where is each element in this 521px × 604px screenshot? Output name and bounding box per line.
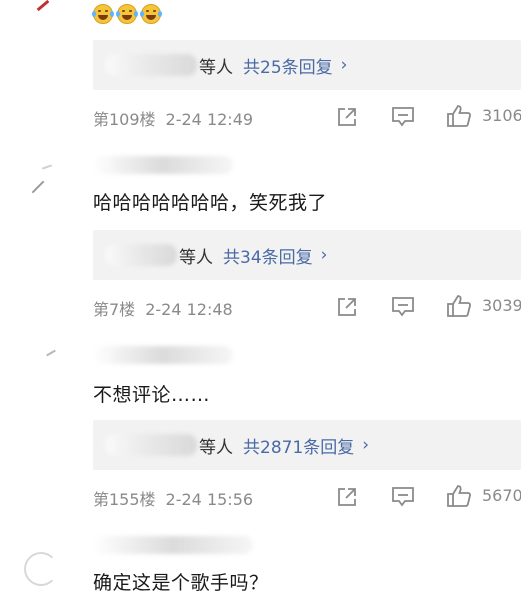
replier-suffix: 等人 (199, 57, 233, 78)
replies-preview[interactable]: 等人 共2871条回复 › (93, 420, 521, 470)
comment-text: 哈哈哈哈哈哈哈，笑死我了 (93, 192, 328, 214)
comment-icon[interactable] (391, 486, 415, 508)
chevron-right-icon: › (362, 435, 370, 455)
like-count: 3106 (482, 106, 521, 125)
comment-icon[interactable] (391, 106, 415, 128)
laugh-cry-emoji (92, 4, 114, 24)
blurred-username (93, 346, 233, 364)
comment-time: 2-24 15:56 (165, 490, 254, 509)
avatar[interactable] (18, 346, 62, 390)
replier-suffix: 等人 (199, 437, 233, 458)
comment-time: 2-24 12:48 (145, 300, 233, 319)
comment-emoji-row (92, 4, 165, 24)
like-count: 5670 (482, 486, 521, 505)
thumbs-up-icon[interactable] (446, 484, 472, 508)
blurred-replier-names (105, 434, 197, 456)
replier-suffix: 等人 (179, 247, 213, 268)
avatar[interactable] (18, 158, 62, 202)
floor-number: 第155楼 (93, 490, 156, 509)
replies-preview[interactable]: 等人 共25条回复 › (93, 40, 521, 90)
laugh-cry-emoji (116, 4, 138, 24)
floor-number: 第109楼 (93, 110, 156, 129)
reply-count-link[interactable]: 共34条回复 (223, 243, 313, 268)
comment-text: 确定这是个歌手吗？ (93, 572, 269, 594)
avatar[interactable] (18, 540, 62, 586)
share-icon[interactable] (336, 296, 358, 318)
blurred-replier-names (105, 54, 197, 76)
floor-number: 第7楼 (93, 300, 136, 319)
comment-meta: 第155楼 2-24 15:56 (93, 486, 253, 510)
share-icon[interactable] (336, 106, 358, 128)
comment-text: 不想评论…… (93, 384, 211, 406)
avatar[interactable] (18, 0, 62, 22)
reply-count-link[interactable]: 共25条回复 (243, 53, 333, 78)
replies-preview[interactable]: 等人 共34条回复 › (93, 230, 521, 280)
comment-icon[interactable] (391, 296, 415, 318)
comment-time: 2-24 12:49 (165, 110, 254, 129)
laugh-cry-emoji (140, 4, 162, 24)
thumbs-up-icon[interactable] (446, 294, 472, 318)
chevron-right-icon: › (320, 245, 328, 265)
blurred-username (93, 536, 253, 554)
like-count: 3039 (482, 296, 521, 315)
reply-count-link[interactable]: 共2871条回复 (243, 433, 354, 458)
blurred-username (93, 156, 233, 174)
comment-meta: 第109楼 2-24 12:49 (93, 106, 253, 130)
comment-meta: 第7楼 2-24 12:48 (93, 296, 233, 320)
chevron-right-icon: › (340, 55, 348, 75)
blurred-replier-names (105, 244, 177, 266)
share-icon[interactable] (336, 486, 358, 508)
thumbs-up-icon[interactable] (446, 104, 472, 128)
